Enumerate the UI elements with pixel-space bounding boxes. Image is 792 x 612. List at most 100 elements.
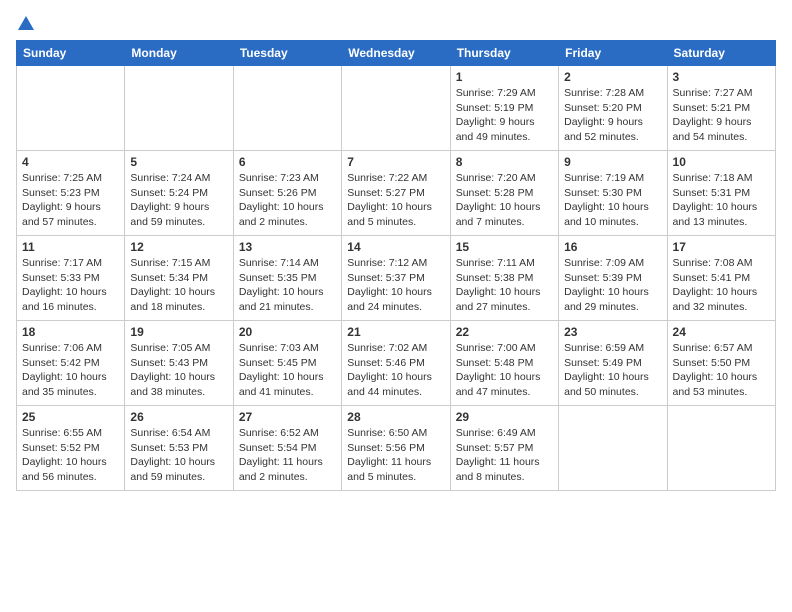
day-number: 5 <box>130 155 227 169</box>
calendar-cell: 17 Sunrise: 7:08 AM Sunset: 5:41 PM Dayli… <box>667 236 775 321</box>
calendar-week-row-2: 4 Sunrise: 7:25 AM Sunset: 5:23 PM Daylig… <box>17 151 776 236</box>
day-info: Sunrise: 7:23 AM Sunset: 5:26 PM Dayligh… <box>239 171 336 230</box>
calendar-cell <box>17 66 125 151</box>
weekday-header-monday: Monday <box>125 41 233 66</box>
calendar-cell <box>233 66 341 151</box>
weekday-header-tuesday: Tuesday <box>233 41 341 66</box>
day-number: 17 <box>673 240 770 254</box>
day-info: Sunrise: 7:25 AM Sunset: 5:23 PM Dayligh… <box>22 171 119 230</box>
day-number: 2 <box>564 70 661 84</box>
day-info: Sunrise: 6:59 AM Sunset: 5:49 PM Dayligh… <box>564 341 661 400</box>
calendar-cell: 7 Sunrise: 7:22 AM Sunset: 5:27 PM Daylig… <box>342 151 450 236</box>
day-info: Sunrise: 7:28 AM Sunset: 5:20 PM Dayligh… <box>564 86 661 145</box>
day-number: 24 <box>673 325 770 339</box>
calendar-cell: 15Sunrise: 7:11 AM Sunset: 5:38 PM Dayli… <box>450 236 558 321</box>
day-number: 3 <box>673 70 770 84</box>
weekday-header-thursday: Thursday <box>450 41 558 66</box>
day-info: Sunrise: 7:08 AM Sunset: 5:41 PM Dayligh… <box>673 256 770 315</box>
day-info: Sunrise: 7:09 AM Sunset: 5:39 PM Dayligh… <box>564 256 661 315</box>
calendar-week-row-3: 11 Sunrise: 7:17 AM Sunset: 5:33 PM Dayli… <box>17 236 776 321</box>
day-info: Sunrise: 7:20 AM Sunset: 5:28 PM Dayligh… <box>456 171 553 230</box>
day-info: Sunrise: 6:54 AM Sunset: 5:53 PM Dayligh… <box>130 426 227 485</box>
day-info: Sunrise: 7:22 AM Sunset: 5:27 PM Dayligh… <box>347 171 444 230</box>
day-info: Sunrise: 6:55 AM Sunset: 5:52 PM Dayligh… <box>22 426 119 485</box>
day-number: 18 <box>22 325 119 339</box>
day-number: 22 <box>456 325 553 339</box>
day-number: 19 <box>130 325 227 339</box>
day-info: Sunrise: 6:50 AM Sunset: 5:56 PM Dayligh… <box>347 426 444 485</box>
calendar-cell: 27 Sunrise: 6:52 AM Sunset: 5:54 PM Dayli… <box>233 406 341 491</box>
day-number: 6 <box>239 155 336 169</box>
day-number: 14 <box>347 240 444 254</box>
day-number: 27 <box>239 410 336 424</box>
day-number: 1 <box>456 70 553 84</box>
day-number: 25 <box>22 410 119 424</box>
day-info: Sunrise: 6:57 AM Sunset: 5:50 PM Dayligh… <box>673 341 770 400</box>
calendar-cell: 26 Sunrise: 6:54 AM Sunset: 5:53 PM Dayli… <box>125 406 233 491</box>
calendar-cell: 5 Sunrise: 7:24 AM Sunset: 5:24 PM Daylig… <box>125 151 233 236</box>
calendar-cell <box>342 66 450 151</box>
day-number: 29 <box>456 410 553 424</box>
calendar-cell: 25 Sunrise: 6:55 AM Sunset: 5:52 PM Dayli… <box>17 406 125 491</box>
day-number: 12 <box>130 240 227 254</box>
calendar-cell: 3 Sunrise: 7:27 AM Sunset: 5:21 PM Daylig… <box>667 66 775 151</box>
calendar-week-row-1: 1 Sunrise: 7:29 AM Sunset: 5:19 PM Daylig… <box>17 66 776 151</box>
calendar-cell: 20Sunrise: 7:03 AM Sunset: 5:45 PM Dayli… <box>233 321 341 406</box>
day-number: 16 <box>564 240 661 254</box>
calendar-cell <box>559 406 667 491</box>
calendar-cell: 22 Sunrise: 7:00 AM Sunset: 5:48 PM Dayli… <box>450 321 558 406</box>
day-number: 13 <box>239 240 336 254</box>
calendar-week-row-5: 25 Sunrise: 6:55 AM Sunset: 5:52 PM Dayli… <box>17 406 776 491</box>
logo <box>16 16 34 30</box>
calendar-cell: 19 Sunrise: 7:05 AM Sunset: 5:43 PM Dayli… <box>125 321 233 406</box>
weekday-header-sunday: Sunday <box>17 41 125 66</box>
weekday-header-wednesday: Wednesday <box>342 41 450 66</box>
calendar-table: SundayMondayTuesdayWednesdayThursdayFrid… <box>16 40 776 491</box>
day-number: 28 <box>347 410 444 424</box>
calendar-body: 1 Sunrise: 7:29 AM Sunset: 5:19 PM Daylig… <box>17 66 776 491</box>
weekday-header-row: SundayMondayTuesdayWednesdayThursdayFrid… <box>17 41 776 66</box>
calendar-cell <box>667 406 775 491</box>
calendar-cell: 24 Sunrise: 6:57 AM Sunset: 5:50 PM Dayli… <box>667 321 775 406</box>
day-info: Sunrise: 7:19 AM Sunset: 5:30 PM Dayligh… <box>564 171 661 230</box>
day-number: 10 <box>673 155 770 169</box>
day-info: Sunrise: 7:24 AM Sunset: 5:24 PM Dayligh… <box>130 171 227 230</box>
day-info: Sunrise: 7:18 AM Sunset: 5:31 PM Dayligh… <box>673 171 770 230</box>
day-info: Sunrise: 6:52 AM Sunset: 5:54 PM Dayligh… <box>239 426 336 485</box>
calendar-cell: 29 Sunrise: 6:49 AM Sunset: 5:57 PM Dayli… <box>450 406 558 491</box>
calendar-cell: 13Sunrise: 7:14 AM Sunset: 5:35 PM Dayli… <box>233 236 341 321</box>
day-number: 23 <box>564 325 661 339</box>
day-info: Sunrise: 7:29 AM Sunset: 5:19 PM Dayligh… <box>456 86 553 145</box>
day-info: Sunrise: 7:03 AM Sunset: 5:45 PM Dayligh… <box>239 341 336 400</box>
day-info: Sunrise: 7:02 AM Sunset: 5:46 PM Dayligh… <box>347 341 444 400</box>
calendar-cell: 2 Sunrise: 7:28 AM Sunset: 5:20 PM Daylig… <box>559 66 667 151</box>
day-info: Sunrise: 7:00 AM Sunset: 5:48 PM Dayligh… <box>456 341 553 400</box>
calendar-cell: 23 Sunrise: 6:59 AM Sunset: 5:49 PM Dayli… <box>559 321 667 406</box>
calendar-cell: 4 Sunrise: 7:25 AM Sunset: 5:23 PM Daylig… <box>17 151 125 236</box>
calendar-cell: 12Sunrise: 7:15 AM Sunset: 5:34 PM Dayli… <box>125 236 233 321</box>
day-number: 26 <box>130 410 227 424</box>
day-info: Sunrise: 7:17 AM Sunset: 5:33 PM Dayligh… <box>22 256 119 315</box>
day-number: 9 <box>564 155 661 169</box>
calendar-cell: 9 Sunrise: 7:19 AM Sunset: 5:30 PM Daylig… <box>559 151 667 236</box>
day-number: 4 <box>22 155 119 169</box>
day-number: 11 <box>22 240 119 254</box>
weekday-header-saturday: Saturday <box>667 41 775 66</box>
calendar-cell: 8 Sunrise: 7:20 AM Sunset: 5:28 PM Daylig… <box>450 151 558 236</box>
calendar-week-row-4: 18 Sunrise: 7:06 AM Sunset: 5:42 PM Dayli… <box>17 321 776 406</box>
day-number: 7 <box>347 155 444 169</box>
calendar-cell: 10 Sunrise: 7:18 AM Sunset: 5:31 PM Dayli… <box>667 151 775 236</box>
calendar-cell: 14Sunrise: 7:12 AM Sunset: 5:37 PM Dayli… <box>342 236 450 321</box>
day-info: Sunrise: 6:49 AM Sunset: 5:57 PM Dayligh… <box>456 426 553 485</box>
calendar-cell: 18 Sunrise: 7:06 AM Sunset: 5:42 PM Dayli… <box>17 321 125 406</box>
day-number: 8 <box>456 155 553 169</box>
calendar-cell: 11 Sunrise: 7:17 AM Sunset: 5:33 PM Dayli… <box>17 236 125 321</box>
day-info: Sunrise: 7:27 AM Sunset: 5:21 PM Dayligh… <box>673 86 770 145</box>
day-number: 21 <box>347 325 444 339</box>
calendar-cell: 16 Sunrise: 7:09 AM Sunset: 5:39 PM Dayli… <box>559 236 667 321</box>
day-info: Sunrise: 7:05 AM Sunset: 5:43 PM Dayligh… <box>130 341 227 400</box>
day-info: Sunrise: 7:06 AM Sunset: 5:42 PM Dayligh… <box>22 341 119 400</box>
day-info: Sunrise: 7:11 AM Sunset: 5:38 PM Dayligh… <box>456 256 553 315</box>
calendar-cell <box>125 66 233 151</box>
weekday-header-friday: Friday <box>559 41 667 66</box>
